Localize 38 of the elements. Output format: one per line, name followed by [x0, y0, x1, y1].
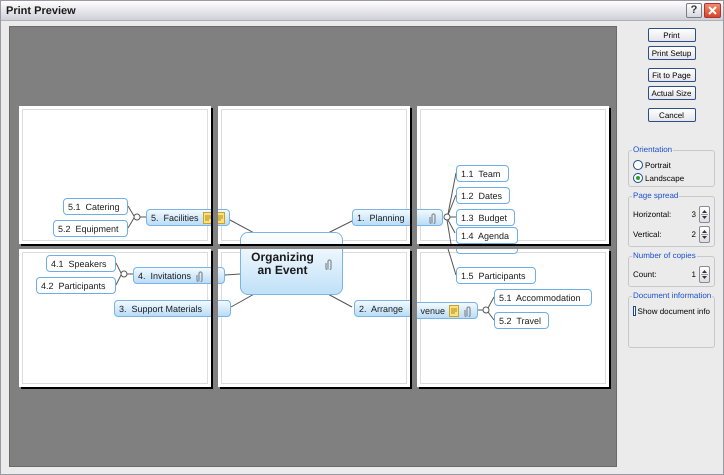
- field-label: Count:: [633, 270, 658, 279]
- topic-node: 2. Arrange: [354, 300, 410, 317]
- dialog-button[interactable]: Fit to Page: [648, 68, 696, 82]
- topic-node: 5. Facilities: [146, 209, 211, 226]
- group-title: Orientation: [632, 145, 674, 154]
- help-button[interactable]: ?: [686, 3, 702, 18]
- subtopic-node: 4.2 Participants: [36, 277, 116, 294]
- checkbox-option[interactable]: Show document info: [633, 306, 710, 316]
- subtopic-node: 5.1 Accommodation: [494, 289, 592, 306]
- number-field[interactable]: 2: [692, 230, 696, 239]
- number-field[interactable]: 1: [692, 270, 696, 279]
- subtopic-node: 5.1 Catering: [63, 198, 128, 215]
- topic-node: 1. Planning: [352, 209, 410, 226]
- group-title: Number of copies: [632, 251, 697, 260]
- field-label: Vertical:: [633, 230, 662, 239]
- dialog-button[interactable]: Print: [648, 28, 696, 42]
- radio-option[interactable]: Landscape: [633, 173, 710, 183]
- group-title: Document information: [632, 291, 712, 300]
- window-title: Print Preview: [6, 4, 76, 16]
- subtopic-node: 5.2 Travel: [494, 312, 549, 329]
- central-topic: Organizing an Event: [240, 249, 343, 295]
- topic-node: 4. Invitations: [133, 267, 211, 284]
- dialog-button[interactable]: Actual Size: [648, 86, 696, 100]
- dialog-button[interactable]: Print Setup: [648, 46, 696, 60]
- subtopic-node: 1.3 Budget: [456, 209, 515, 226]
- topic-node: venue: [417, 302, 478, 319]
- number-field[interactable]: 3: [692, 210, 696, 219]
- subtopic-node: 5.2 Equipment: [53, 220, 128, 237]
- subtopic-node: 1.1 Team: [456, 165, 509, 182]
- dialog-button[interactable]: Cancel: [648, 108, 696, 122]
- radio-option[interactable]: Portrait: [633, 160, 710, 170]
- subtopic-node: 1.5 Participants: [456, 267, 536, 284]
- group-title: Page spread: [632, 191, 680, 200]
- topic-node: 3. Support Materials: [114, 300, 211, 317]
- subtopic-node: 1.4 Agenda: [456, 227, 518, 244]
- subtopic-node: 1.2 Dates: [456, 187, 510, 204]
- subtopic-node: 4.1 Speakers: [46, 255, 116, 272]
- field-label: Horizontal:: [633, 210, 672, 219]
